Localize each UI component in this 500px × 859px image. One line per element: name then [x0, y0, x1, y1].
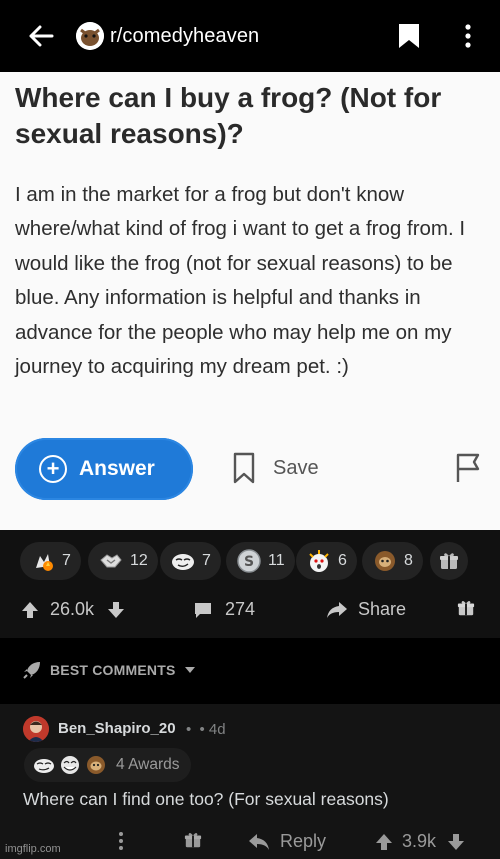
handshake-award-icon	[96, 546, 126, 576]
kebab-menu-icon[interactable]	[460, 22, 476, 50]
award-pill[interactable]: 6	[296, 542, 357, 580]
top-bar: r/comedyheaven	[0, 0, 500, 72]
upvote-icon[interactable]	[374, 832, 394, 852]
awards-row: 7 12 7 S 11 6 8	[0, 530, 500, 594]
save-label: Save	[273, 456, 319, 479]
comment: Ben_Shapiro_20 • • 4d 4 Awards Where can…	[0, 704, 500, 859]
bookmark-outline-icon	[233, 452, 255, 484]
award-count: 12	[130, 552, 148, 569]
award-count: 11	[268, 552, 285, 569]
reply-icon	[249, 833, 269, 850]
face-award-icon	[168, 546, 198, 576]
downvote-icon[interactable]	[446, 832, 466, 852]
save-action: Save	[233, 452, 319, 484]
comment-score: 3.9k	[402, 831, 437, 851]
gift-icon	[457, 601, 475, 616]
comments-button[interactable]: 274	[193, 599, 255, 620]
fire-hand-award-icon	[28, 546, 58, 576]
face-award-icon	[32, 753, 56, 777]
wow-award-icon	[304, 546, 334, 576]
downvote-icon[interactable]	[106, 600, 126, 620]
award-pill[interactable]: 7	[20, 542, 81, 580]
back-arrow-icon[interactable]	[22, 17, 60, 55]
question-body: I am in the market for a frog but don't …	[15, 183, 466, 379]
comment-vote-group: 3.9k	[374, 831, 466, 852]
award-button[interactable]	[457, 599, 475, 617]
award-pill[interactable]: S 11	[226, 542, 295, 580]
post-score: 26.0k	[50, 599, 95, 619]
svg-text:S: S	[244, 554, 254, 570]
rocket-icon	[23, 662, 40, 679]
post-image[interactable]: Where can I buy a frog? (Not for sexual …	[0, 72, 500, 530]
comment-awards[interactable]: 4 Awards	[24, 748, 192, 782]
comment-icon	[195, 602, 211, 618]
vote-group: 26.0k	[20, 599, 126, 620]
upvote-icon[interactable]	[20, 600, 40, 620]
subreddit-avatar[interactable]	[76, 22, 104, 50]
silver-award-icon: S	[234, 546, 264, 576]
reply-button[interactable]: Reply	[248, 831, 326, 852]
award-count: 7	[62, 552, 71, 569]
share-label: Share	[358, 599, 407, 619]
reply-label: Reply	[280, 831, 327, 851]
comment-meta: • • 4d	[186, 721, 226, 738]
comment-count: 274	[225, 599, 256, 619]
sort-label: BEST COMMENTS	[50, 662, 176, 678]
sloth-award-icon	[370, 546, 400, 576]
answer-button: + Answer	[15, 438, 193, 500]
bookmark-icon[interactable]	[397, 22, 421, 50]
flag-icon	[454, 452, 484, 489]
comment-time: • 4d	[199, 721, 226, 738]
share-button[interactable]: Share	[326, 599, 406, 620]
comment-username[interactable]: Ben_Shapiro_20	[58, 720, 176, 737]
troll-award-icon	[58, 753, 82, 777]
avatar[interactable]	[23, 716, 49, 742]
separator: •	[186, 721, 192, 738]
sort-selector[interactable]: BEST COMMENTS	[22, 660, 196, 680]
answer-label: Answer	[79, 457, 155, 480]
question-title: Where can I buy a frog? (Not for sexual …	[15, 82, 442, 149]
sloth-award-icon	[84, 753, 108, 777]
award-pill[interactable]: 12	[88, 542, 158, 580]
comment-text: Where can I find one too? (For sexual re…	[23, 789, 389, 809]
award-pill[interactable]: 7	[160, 542, 221, 580]
gift-icon	[184, 833, 202, 848]
give-award-button[interactable]	[430, 542, 468, 580]
more-options-icon[interactable]	[118, 831, 124, 851]
plus-icon: +	[39, 455, 67, 483]
gift-icon	[440, 553, 458, 569]
award-count: 8	[404, 552, 413, 569]
award-count: 6	[338, 552, 347, 569]
watermark: imgflip.com	[5, 843, 61, 855]
comment-actions: Reply 3.9k	[0, 829, 500, 859]
award-count: 7	[202, 552, 211, 569]
share-icon	[327, 601, 347, 618]
post-actions: 26.0k 274 Share	[0, 594, 500, 638]
comment-award-button[interactable]	[184, 831, 202, 849]
chevron-down-icon	[184, 667, 195, 673]
awards-count-label: 4 Awards	[116, 756, 180, 773]
comment-sort[interactable]: BEST COMMENTS	[0, 638, 500, 704]
subreddit-name[interactable]: r/comedyheaven	[110, 25, 259, 48]
award-pill[interactable]: 8	[362, 542, 423, 580]
